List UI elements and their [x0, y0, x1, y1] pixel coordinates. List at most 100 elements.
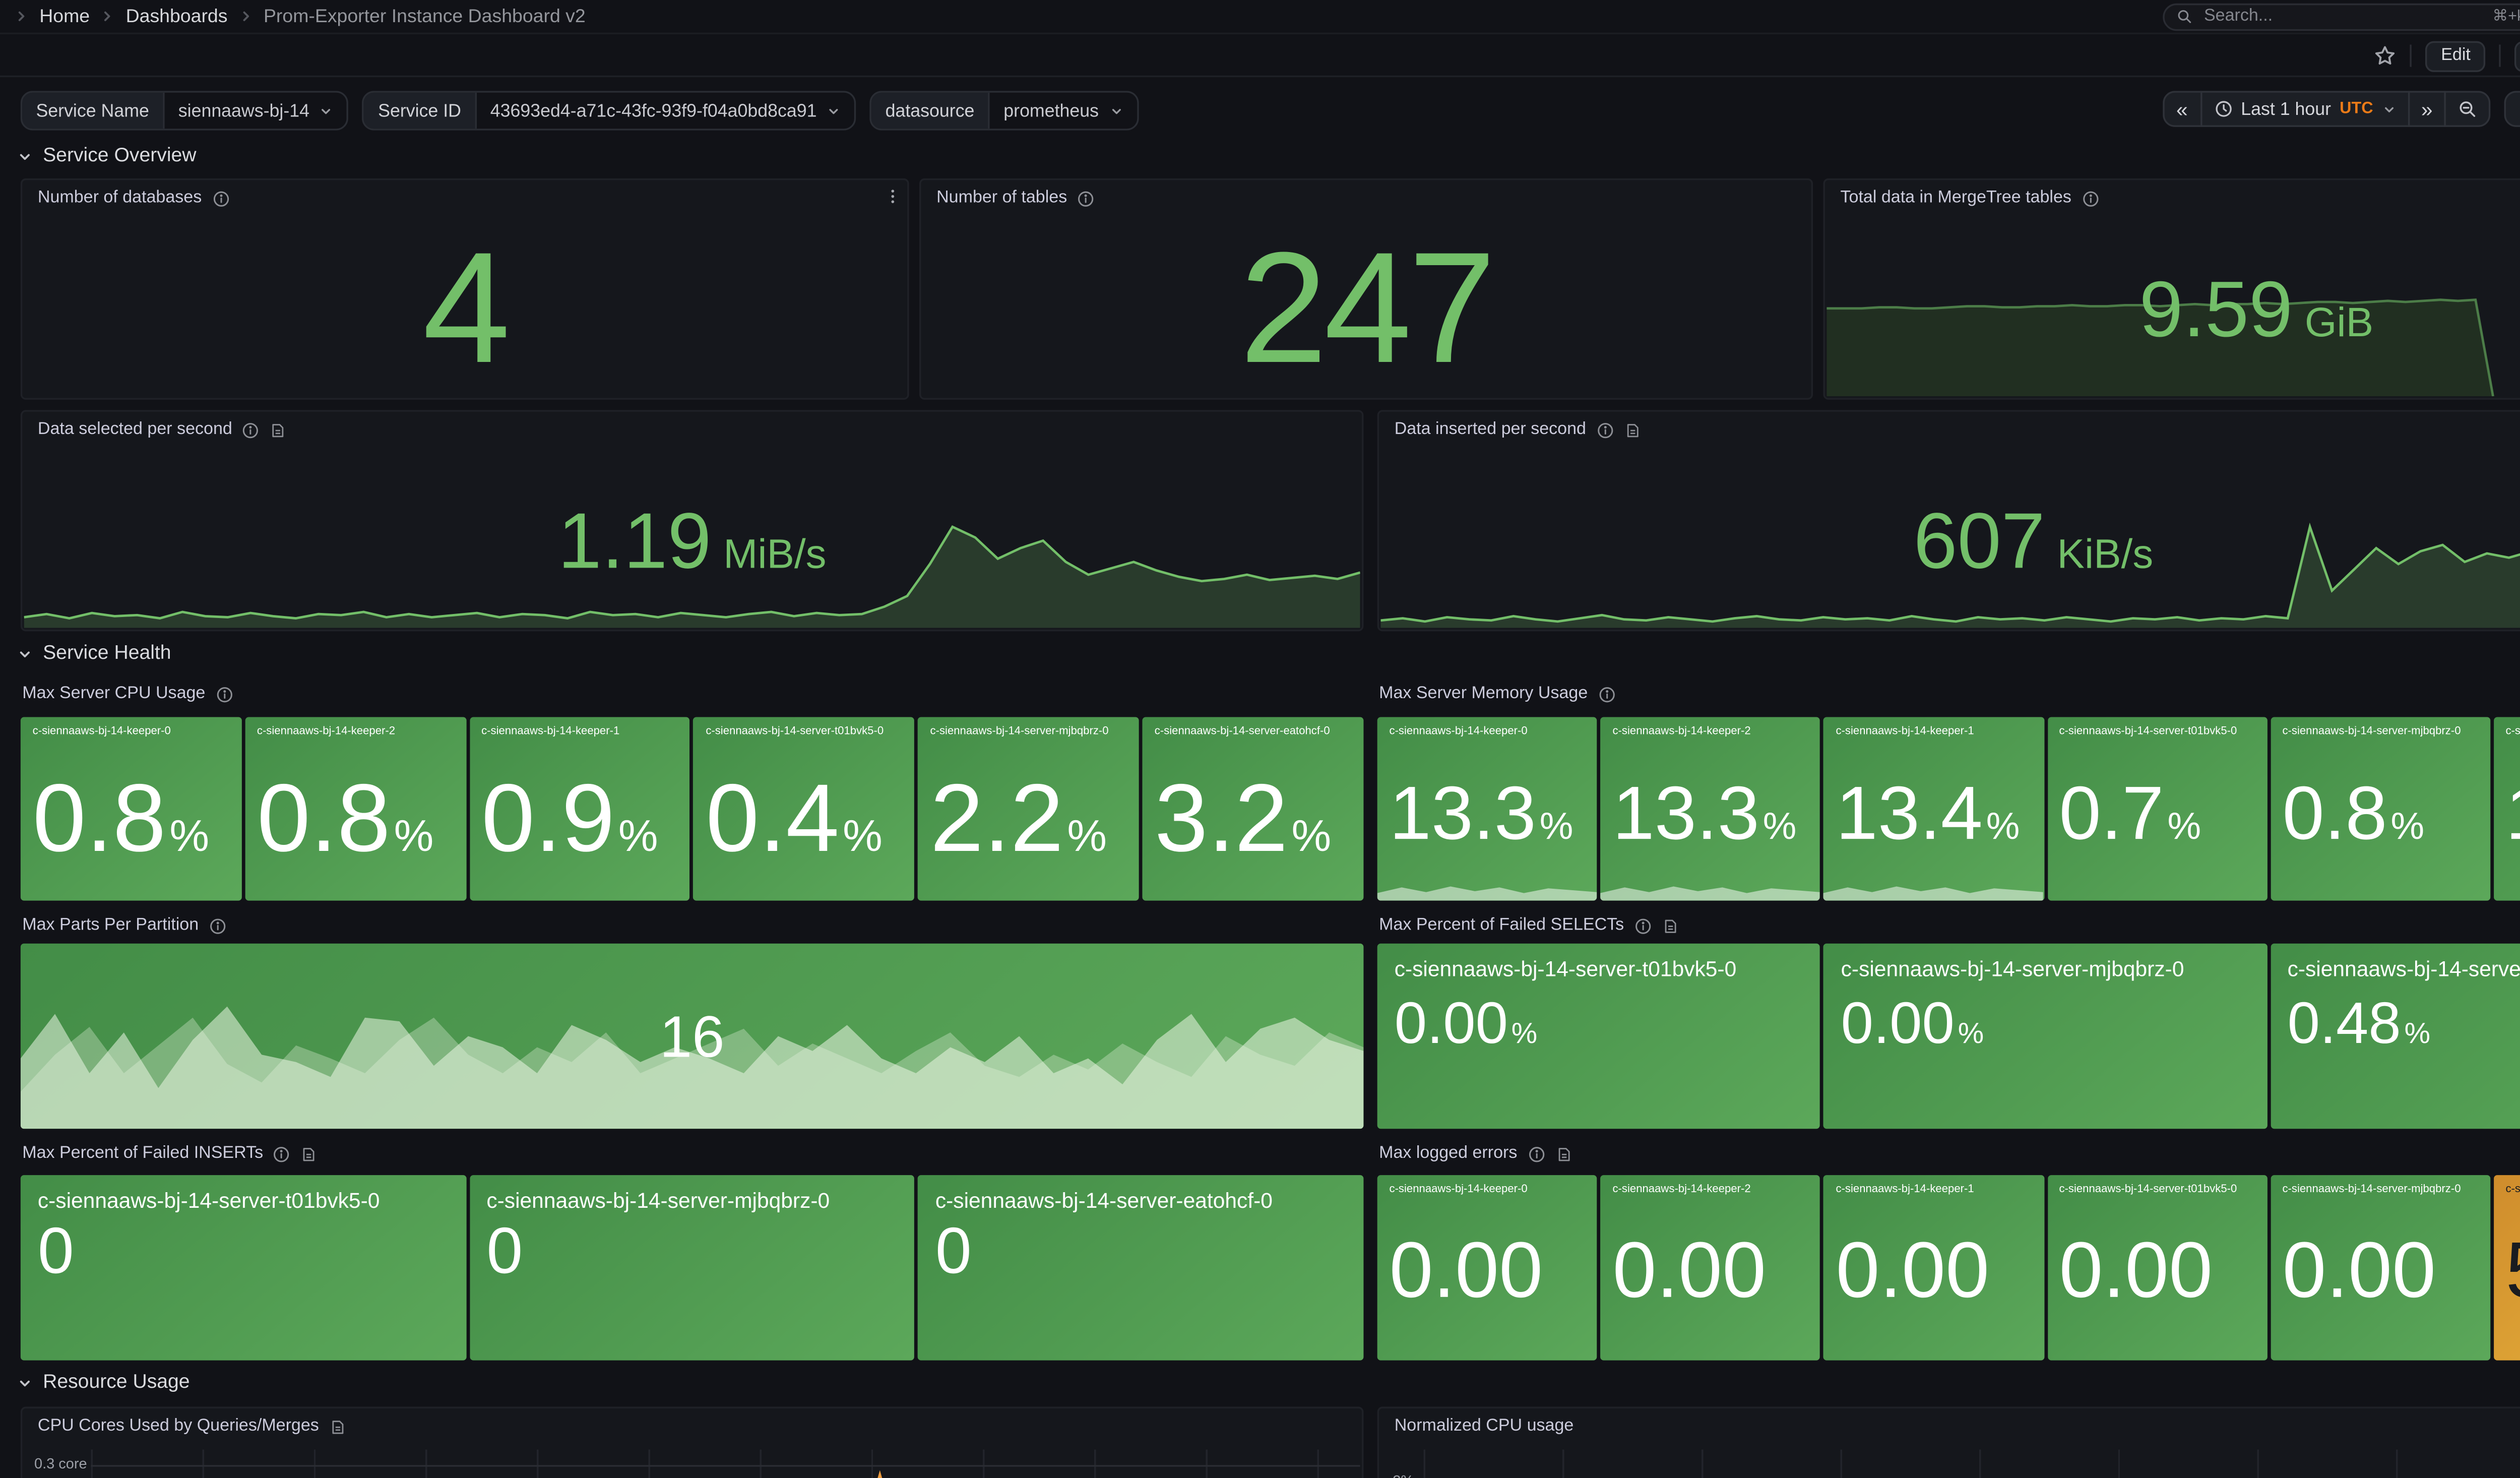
stat-tile[interactable]: c-siennaaws-bj-14-server-t01bvk5-0 0.4% [694, 717, 915, 900]
stat-value: 4 [22, 221, 907, 398]
breadcrumb-link[interactable]: Dashboards [126, 6, 228, 27]
breadcrumb-link[interactable]: Prom-Exporter Instance Dashboard v2 [264, 6, 586, 27]
info-icon[interactable] [1598, 686, 1615, 703]
panel-header-max-logged-errors[interactable]: Max logged errors [1379, 1144, 1572, 1163]
search-input[interactable] [2200, 5, 2484, 27]
time-shift-back-button[interactable]: « [2163, 91, 2201, 127]
star-icon[interactable] [2374, 44, 2396, 67]
divider [2410, 44, 2412, 67]
tile-label: c-siennaaws-bj-14-server-eatohcf-0 [2494, 717, 2520, 749]
stat-tile[interactable]: c-siennaaws-bj-14-keeper-1 0.9% [469, 717, 690, 900]
breadcrumb-item[interactable]: Home [14, 6, 90, 27]
search-box[interactable]: ⌘+k [2163, 3, 2520, 30]
stat-tile[interactable]: c-siennaaws-bj-14-server-mjbqbrz-0 0.00% [1824, 944, 2267, 1129]
variable-dropdown[interactable]: prometheus [990, 93, 1137, 129]
info-icon[interactable] [1634, 917, 1652, 934]
section-resource-usage[interactable]: Resource Usage [17, 1372, 190, 1393]
stat-tile[interactable]: c-siennaaws-bj-14-server-mjbqbrz-0 0.8% [2271, 717, 2490, 900]
stat-tile[interactable]: c-siennaaws-bj-14-keeper-2 0.8% [245, 717, 466, 900]
stat-tile[interactable]: c-siennaaws-bj-14-server-t01bvk5-0 0.00% [1377, 944, 1820, 1129]
panel-header[interactable]: Number of tables [921, 180, 1811, 216]
stat-tile[interactable]: c-siennaaws-bj-14-keeper-2 13.3% [1601, 717, 1820, 900]
stat-tile[interactable]: c-siennaaws-bj-14-server-eatohcf-0 3.2% [1143, 717, 1363, 900]
info-icon[interactable] [209, 917, 226, 934]
panel-number-of-tables: Number of tables 247 [919, 178, 1813, 400]
breadcrumb-link[interactable]: Home [39, 6, 90, 27]
stat-tile[interactable]: c-siennaaws-bj-14-keeper-0 0.00 [1377, 1175, 1597, 1361]
stat-tile[interactable]: c-siennaaws-bj-14-server-mjbqbrz-0 0 [469, 1175, 915, 1361]
section-service-overview[interactable]: Service Overview [17, 146, 197, 166]
info-icon[interactable] [274, 1145, 291, 1162]
description-icon[interactable] [270, 421, 287, 438]
variable-value: 43693ed4-a71c-43fc-93f9-f04a0bd8ca91 [490, 100, 817, 121]
panel-header-failed-inserts[interactable]: Max Percent of Failed INSERTs [22, 1144, 318, 1163]
panel-title: Total data in MergeTree tables [1841, 189, 2071, 207]
info-icon[interactable] [1078, 190, 1095, 207]
panel-title: Number of tables [936, 189, 1067, 207]
info-icon[interactable] [1528, 1145, 1545, 1162]
tile-label: c-siennaaws-bj-14-server-t01bvk5-0 [694, 717, 915, 749]
panel-header-failed-selects[interactable]: Max Percent of Failed SELECTs [1379, 916, 1679, 935]
time-shift-forward-button[interactable]: » [2408, 91, 2446, 127]
description-icon[interactable] [1624, 421, 1641, 438]
tile-label: c-siennaaws-bj-14-server-mjbqbrz-0 [2271, 717, 2490, 749]
tile-value: 1.4% [2505, 772, 2520, 857]
description-icon[interactable] [1662, 917, 1679, 934]
stat-tile[interactable]: c-siennaaws-bj-14-keeper-0 0.8% [21, 717, 241, 900]
description-icon[interactable] [301, 1145, 318, 1162]
stat-unit: GiB [2305, 300, 2373, 348]
refresh-button[interactable]: Refresh [2505, 91, 2520, 127]
panel-header-max-parts[interactable]: Max Parts Per Partition [22, 916, 226, 935]
stat-tile[interactable]: c-siennaaws-bj-14-server-eatohcf-0 1.4% [2494, 717, 2520, 900]
panel-header[interactable]: Data inserted per second [1379, 412, 2520, 448]
panel-header[interactable]: Total data in MergeTree tables [1825, 180, 2520, 216]
zoom-out-button[interactable] [2444, 91, 2491, 127]
stat-tile[interactable]: c-siennaaws-bj-14-server-mjbqbrz-0 0.00 [2271, 1175, 2490, 1361]
panel-title: Max Server Memory Usage [1379, 685, 1588, 703]
stat-tile[interactable]: c-siennaaws-bj-14-server-t01bvk5-0 0 [21, 1175, 466, 1361]
stat-tile[interactable]: c-siennaaws-bj-14-keeper-1 13.4% [1824, 717, 2044, 900]
info-icon[interactable] [212, 190, 229, 207]
stat-tile[interactable]: c-siennaaws-bj-14-server-t01bvk5-0 0.00 [2047, 1175, 2267, 1361]
variable-dropdown[interactable]: siennaaws-bj-14 [165, 93, 347, 129]
edit-button[interactable]: Edit [2426, 40, 2486, 71]
stat-tile[interactable]: c-siennaaws-bj-14-keeper-1 0.00 [1824, 1175, 2044, 1361]
info-icon[interactable] [2082, 190, 2099, 207]
breadcrumb-item[interactable]: Prom-Exporter Instance Dashboard v2 [238, 6, 586, 27]
timezone-label: UTC [2340, 99, 2373, 118]
panel-title: Normalized CPU usage [1395, 1417, 1574, 1436]
max-parts-chart[interactable]: 16 [21, 944, 1364, 1129]
series-spike [876, 1470, 884, 1478]
info-icon[interactable] [1596, 421, 1613, 438]
stat-tile[interactable]: c-siennaaws-bj-14-server-t01bvk5-0 0.7% [2047, 717, 2267, 900]
panel-title: Data selected per second [38, 420, 232, 439]
info-icon[interactable] [242, 421, 260, 438]
stat-tile[interactable]: c-siennaaws-bj-14-keeper-2 0.00 [1601, 1175, 1820, 1361]
stat-tile[interactable]: c-siennaaws-bj-14-server-eatohcf-0 0.48% [2271, 944, 2520, 1129]
info-icon[interactable] [216, 686, 233, 703]
panel-header[interactable]: CPU Cores Used by Queries/Merges [22, 1408, 1362, 1444]
tile-value: 0.7% [2059, 772, 2201, 857]
tile-label: c-siennaaws-bj-14-server-eatohcf-0 [2271, 944, 2520, 996]
breadcrumb-item[interactable]: Dashboards [100, 6, 228, 27]
panel-menu-icon[interactable] [884, 187, 902, 206]
variable-dropdown[interactable]: 43693ed4-a71c-43fc-93f9-f04a0bd8ca91 [477, 93, 855, 129]
panel-header[interactable]: Data selected per second [22, 412, 1362, 448]
description-icon[interactable] [329, 1418, 346, 1435]
variable-label: Service ID [364, 93, 477, 129]
panel-header[interactable]: Number of databases [22, 180, 907, 216]
tile-label: c-siennaaws-bj-14-server-t01bvk5-0 [2047, 717, 2267, 749]
stat-tile[interactable]: c-siennaaws-bj-14-server-eatohcf-0 5.00 [2494, 1175, 2520, 1361]
export-button[interactable]: Export [2515, 40, 2520, 71]
panel-header-max-memory[interactable]: Max Server Memory Usage [1379, 685, 1615, 703]
stat-tile[interactable]: c-siennaaws-bj-14-server-mjbqbrz-0 2.2% [918, 717, 1139, 900]
stat-tile[interactable]: c-siennaaws-bj-14-server-eatohcf-0 0 [918, 1175, 1364, 1361]
divider [2500, 44, 2501, 67]
time-range-picker[interactable]: Last 1 hour UTC [2200, 91, 2409, 127]
description-icon[interactable] [1555, 1145, 1572, 1162]
refresh-group: Refresh 30s [2505, 91, 2520, 127]
panel-header-max-cpu[interactable]: Max Server CPU Usage [22, 685, 233, 703]
stat-tile[interactable]: c-siennaaws-bj-14-keeper-0 13.3% [1377, 717, 1597, 900]
section-service-health[interactable]: Service Health [17, 643, 171, 664]
panel-header[interactable]: Normalized CPU usage [1379, 1408, 2520, 1444]
